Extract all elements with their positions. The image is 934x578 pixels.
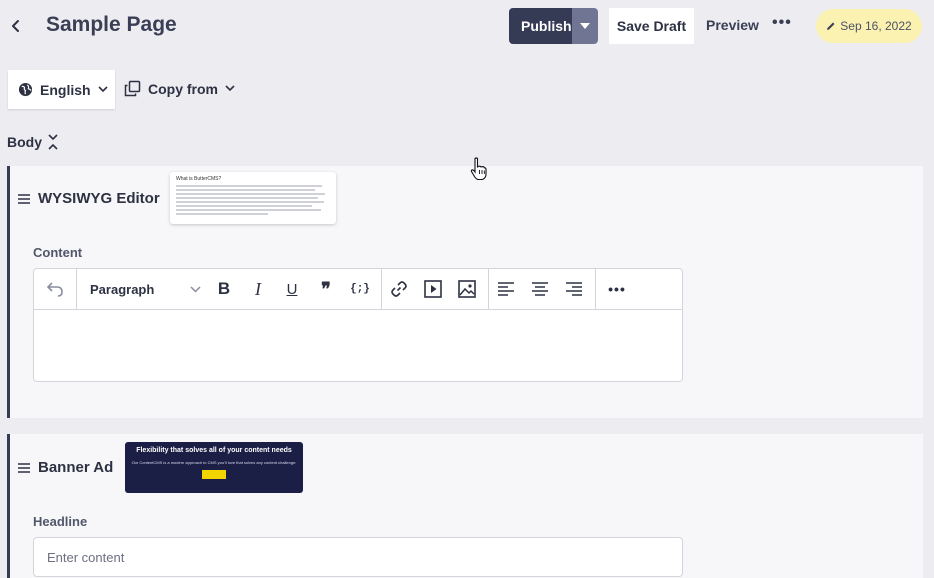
blockquote-button[interactable]: ❞ [309, 269, 343, 309]
underline-icon: U [286, 280, 298, 298]
drag-handle-icon[interactable] [18, 462, 30, 473]
thumbnail-line [176, 185, 323, 187]
block-format-select[interactable]: Paragraph [77, 269, 207, 309]
headline-input[interactable]: Enter content [33, 537, 683, 577]
headline-placeholder: Enter content [47, 549, 125, 565]
thumbnail-line [176, 209, 321, 211]
more-icon: ••• [608, 281, 626, 297]
italic-button[interactable]: I [241, 269, 275, 309]
align-right-icon [566, 282, 582, 296]
insert-image-button[interactable] [450, 269, 484, 309]
rich-text-editor: Paragraph B I U ❞ {;} ••• [33, 268, 683, 382]
publish-options-button[interactable] [572, 8, 598, 44]
collapse-icon [48, 134, 58, 150]
language-label: English [40, 81, 91, 98]
component-title: Banner Ad [38, 459, 114, 476]
align-left-button[interactable] [489, 269, 523, 309]
body-section-label: Body [7, 134, 42, 150]
thumbnail-line [176, 193, 326, 195]
more-options-button[interactable]: ••• [772, 14, 792, 32]
save-draft-button[interactable]: Save Draft [609, 8, 694, 44]
link-button[interactable] [382, 269, 416, 309]
quote-icon: ❞ [321, 278, 331, 299]
thumbnail-line [176, 205, 312, 207]
component-title: WYSIWYG Editor [38, 190, 160, 207]
chevron-left-icon [12, 20, 19, 32]
block-format-label: Paragraph [90, 281, 155, 297]
thumbnail-title: What is ButterCMS? [176, 176, 222, 182]
undo-icon [46, 282, 63, 297]
code-icon: {;} [350, 283, 370, 295]
body-section-toggle[interactable]: Body [7, 133, 58, 151]
thumbnail-line [176, 189, 315, 191]
code-block-button[interactable]: {;} [343, 269, 377, 309]
underline-button[interactable]: U [275, 269, 309, 309]
bold-icon: B [217, 279, 231, 298]
preview-button[interactable]: Preview [706, 17, 759, 33]
page-title: Sample Page [46, 13, 177, 36]
bold-button[interactable]: B [207, 269, 241, 309]
publish-date-text: Sep 16, 2022 [840, 19, 912, 33]
pencil-icon [827, 22, 835, 30]
publish-button[interactable]: Publish [509, 8, 572, 44]
language-select[interactable]: English [8, 70, 115, 109]
more-tools-button[interactable]: ••• [596, 269, 638, 309]
align-right-button[interactable] [557, 269, 591, 309]
back-button[interactable] [6, 14, 26, 38]
align-center-icon [532, 282, 548, 296]
banner-thumbnail-button [202, 470, 226, 479]
copy-icon [124, 80, 141, 97]
publish-button-group: Publish [509, 8, 598, 44]
align-center-button[interactable] [523, 269, 557, 309]
image-icon [458, 280, 476, 298]
headline-field-label: Headline [33, 514, 88, 529]
banner-thumbnail-subtitle: Our ContentCMS is a modern approach to C… [131, 460, 297, 465]
component-wysiwyg-editor: WYSIWYG Editor What is ButterCMS? Conten… [7, 166, 923, 418]
video-icon [424, 280, 442, 298]
editor-toolbar: Paragraph B I U ❞ {;} ••• [34, 269, 682, 310]
chevron-down-icon [190, 285, 201, 293]
thumbnail-line [176, 201, 324, 203]
component-preview-thumbnail: What is ButterCMS? [170, 172, 336, 224]
copy-from-button[interactable]: Copy from [124, 80, 235, 97]
thumbnail-line [176, 213, 269, 215]
content-field-label: Content [33, 245, 83, 260]
publish-date-badge[interactable]: Sep 16, 2022 [816, 9, 922, 43]
chevron-down-icon [225, 85, 235, 92]
component-header: WYSIWYG Editor [18, 190, 160, 207]
component-header: Banner Ad [18, 459, 113, 476]
globe-icon [18, 82, 33, 97]
banner-preview-thumbnail: Flexibility that solves all of your cont… [125, 442, 303, 493]
align-left-icon [498, 282, 514, 296]
drag-handle-icon[interactable] [18, 193, 30, 204]
component-banner-ad: Banner Ad Flexibility that solves all of… [7, 434, 923, 578]
embed-video-button[interactable] [416, 269, 450, 309]
italic-icon: I [255, 278, 261, 299]
link-icon [391, 281, 407, 297]
undo-button[interactable] [34, 269, 76, 309]
editor-content-area[interactable] [34, 310, 682, 382]
copy-from-label: Copy from [148, 80, 218, 97]
hand-cursor-icon [470, 157, 488, 186]
caret-down-icon [580, 23, 590, 29]
chevron-down-icon [97, 86, 108, 93]
banner-thumbnail-title: Flexibility that solves all of your cont… [136, 447, 292, 454]
thumbnail-line [176, 197, 318, 199]
